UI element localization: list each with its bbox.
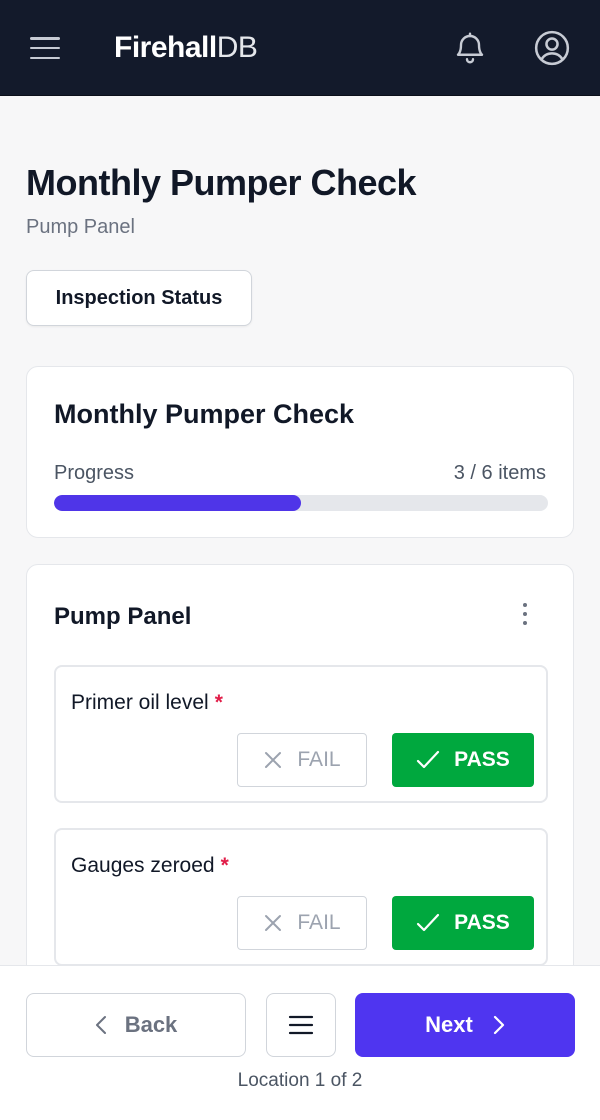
bell-icon[interactable] [452,30,488,66]
top-bar: FirehallDB [0,0,600,96]
required-marker: * [214,691,223,714]
pass-button[interactable]: PASS [392,896,534,950]
section-card: Pump Panel Primer oil level * FAIL PASS G… [26,564,574,984]
back-button[interactable]: Back [26,993,246,1057]
bottom-nav-bar: Back Next Location 1 of 2 [0,965,600,1120]
chevron-left-icon [95,1016,106,1034]
checklist-item-label: Primer oil level * [71,691,223,714]
checklist-item: Gauges zeroed * FAIL PASS [54,828,548,966]
progress-label: Progress [54,462,135,484]
checklist-item-label: Gauges zeroed * [71,854,229,877]
menu-button[interactable] [266,993,336,1057]
progress-bar [54,495,548,511]
pass-button[interactable]: PASS [392,733,534,787]
section-title: Pump Panel [54,603,192,630]
next-button[interactable]: Next [355,993,575,1057]
chevron-right-icon [493,1015,504,1035]
page-title: Monthly Pumper Check [26,162,417,203]
x-icon [265,752,282,768]
menu-icon [288,1015,314,1035]
x-icon [265,915,282,931]
check-icon [417,750,440,769]
progress-bar-fill [54,495,301,511]
inspection-status-button[interactable]: Inspection Status [26,270,252,326]
required-marker: * [220,854,229,877]
progress-card-title: Monthly Pumper Check [54,399,355,429]
app-logo[interactable]: FirehallDB [114,30,258,66]
kebab-icon[interactable] [517,601,533,627]
fail-button[interactable]: FAIL [237,896,367,950]
user-circle-icon[interactable] [533,29,571,67]
fail-button[interactable]: FAIL [237,733,367,787]
progress-card: Monthly Pumper Check Progress 3 / 6 item… [26,366,574,538]
hamburger-icon[interactable] [30,37,60,59]
progress-count: 3 / 6 items [453,462,546,484]
location-indicator: Location 1 of 2 [237,1070,363,1091]
check-icon [417,913,440,932]
checklist-item: Primer oil level * FAIL PASS [54,665,548,803]
page-subtitle: Pump Panel [26,216,135,238]
